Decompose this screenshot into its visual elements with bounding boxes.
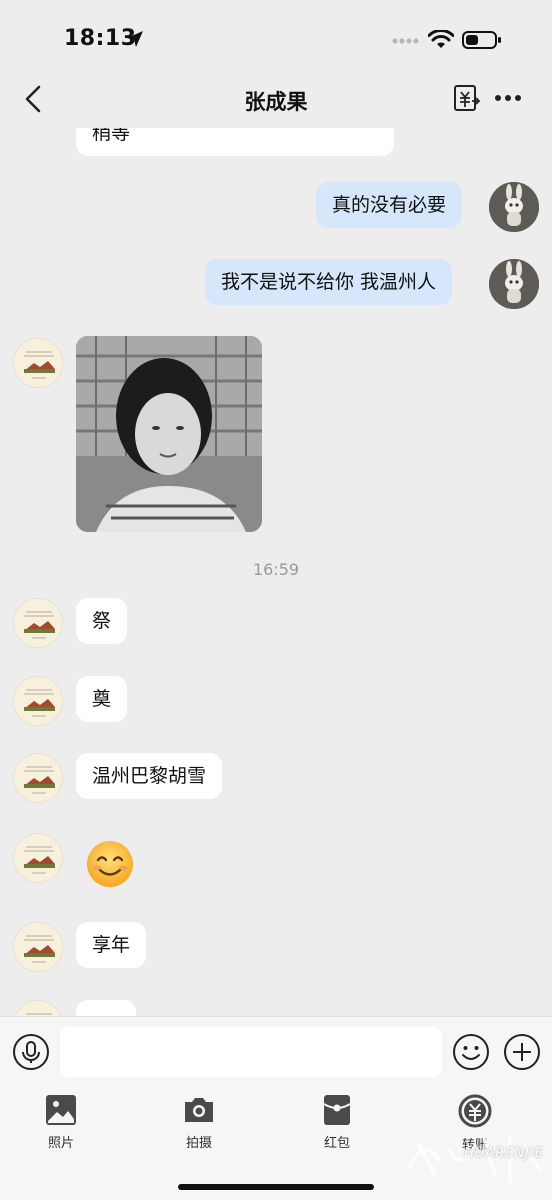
message-bubble-outgoing[interactable]: 真的没有必要: [316, 182, 463, 228]
landscape-card-icon: [14, 923, 62, 971]
message-bubble-incoming[interactable]: 温州巴黎胡雪: [76, 753, 223, 799]
message-bubble-outgoing[interactable]: 我不是说不给你 我温州人: [205, 259, 453, 305]
action-label: 照片: [47, 1136, 74, 1151]
message-bubble-incoming[interactable]: 稍等: [76, 128, 394, 156]
landscape-card-icon: [14, 599, 62, 647]
transfer-yuan-icon[interactable]: [452, 84, 480, 112]
message-timestamp: 16:59: [252, 560, 300, 579]
bunny-figure-icon: [489, 182, 539, 232]
landscape-card-icon: [14, 339, 62, 387]
self-avatar[interactable]: [489, 259, 539, 309]
landscape-card-icon: [14, 754, 62, 802]
battery-icon: [462, 31, 501, 49]
input-bar: [0, 1016, 552, 1088]
photos-action[interactable]: 照片: [16, 1094, 106, 1164]
message-text: 祭: [92, 610, 112, 632]
message-bubble-incoming[interactable]: 奠: [76, 676, 128, 722]
message-input[interactable]: [60, 1027, 442, 1077]
voice-input-icon[interactable]: [12, 1033, 50, 1071]
smiling-face-emoji-icon[interactable]: [84, 838, 136, 890]
camera-icon: [185, 1098, 213, 1122]
watermark-logo: [408, 1134, 542, 1183]
more-options-icon[interactable]: [494, 86, 522, 110]
status-bar: 18:13: [0, 0, 552, 72]
action-label: 红包: [323, 1136, 350, 1151]
camera-action[interactable]: 拍摄: [154, 1094, 244, 1164]
contact-avatar[interactable]: [13, 753, 63, 803]
contact-avatar[interactable]: [13, 338, 63, 388]
transfer-yuan-icon: [458, 1094, 492, 1128]
cellular-signal-icon: [392, 38, 419, 44]
self-avatar[interactable]: [489, 182, 539, 232]
message-text: 温州巴黎胡雪: [92, 765, 207, 787]
landscape-card-icon: [14, 834, 62, 882]
contact-avatar[interactable]: [13, 1000, 63, 1016]
message-text: 真的没有必要: [332, 194, 447, 216]
contact-avatar[interactable]: [13, 676, 63, 726]
plus-icon[interactable]: [503, 1033, 541, 1071]
action-panel: 照片 拍摄 红包 转账: [0, 1088, 552, 1200]
nav-bar: 张成果: [0, 72, 552, 128]
message-bubble-incoming[interactable]: 祭: [76, 598, 128, 644]
contact-avatar[interactable]: [13, 922, 63, 972]
emoji-picker-icon[interactable]: [452, 1033, 490, 1071]
landscape-card-icon: [14, 1001, 62, 1016]
landscape-card-icon: [14, 677, 62, 725]
wifi-icon: [428, 30, 454, 48]
bunny-figure-icon: [489, 259, 539, 309]
red-packet-action[interactable]: 红包: [292, 1094, 382, 1164]
message-text: 稍等: [92, 128, 131, 144]
message-bubble-incoming[interactable]: [76, 1000, 136, 1016]
photo-icon: [46, 1095, 76, 1125]
portrait-photo: [76, 336, 262, 532]
message-text: 享年: [92, 934, 131, 956]
watermark-text: HUARENJIE: [463, 1146, 544, 1161]
red-envelope-icon: [323, 1095, 351, 1125]
location-arrow-icon: [127, 31, 143, 47]
message-text: 我不是说不给你 我温州人: [221, 271, 437, 293]
message-list[interactable]: 稍等 真的没有必要 我不是说不给你 我温州人 16:59 祭 奠 温州巴黎胡雪 …: [0, 128, 552, 1016]
action-label: 拍摄: [185, 1136, 212, 1151]
message-bubble-incoming[interactable]: 享年: [76, 922, 147, 968]
message-text: 奠: [92, 688, 112, 710]
contact-avatar[interactable]: [13, 598, 63, 648]
contact-avatar[interactable]: [13, 833, 63, 883]
photo-message[interactable]: [76, 336, 262, 532]
home-indicator: [178, 1184, 374, 1190]
